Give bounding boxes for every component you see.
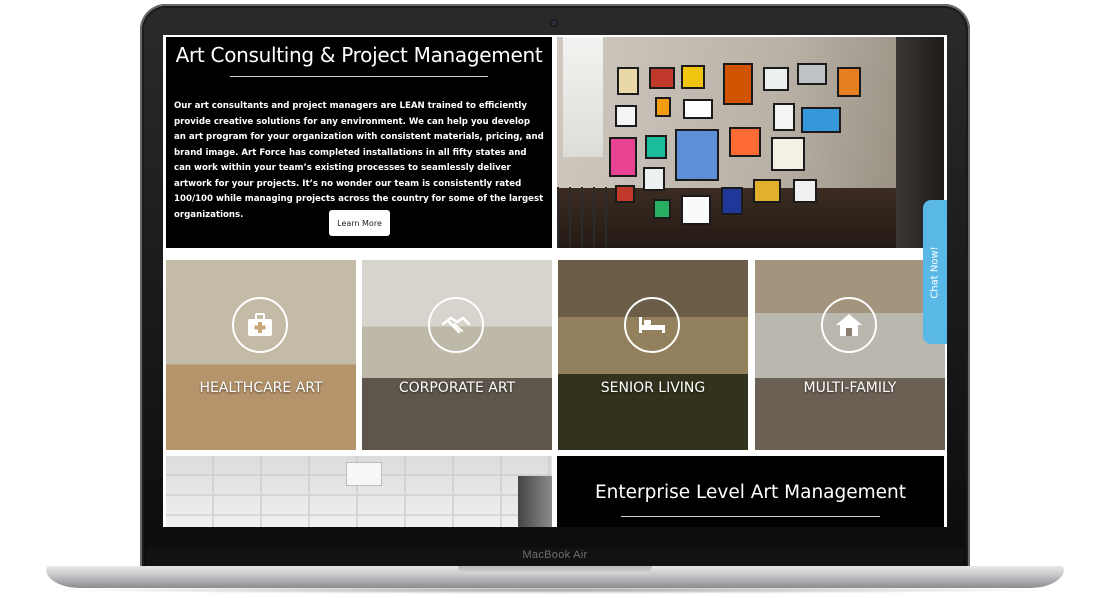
gallery-wall-photo — [557, 37, 944, 248]
house-icon — [821, 297, 877, 353]
title-divider — [230, 76, 488, 77]
bed-icon — [624, 297, 680, 353]
handshake-icon — [428, 297, 484, 353]
enterprise-title: Enterprise Level Art Management — [594, 482, 907, 503]
category-tile-multi-family[interactable]: MULTI-FAMILY — [755, 260, 945, 450]
laptop-notch — [458, 566, 652, 574]
screen: Art Consulting & Project Management Our … — [163, 35, 947, 527]
chat-now-tab[interactable]: Chat Now! — [923, 200, 947, 344]
category-label: MULTI-FAMILY — [803, 380, 897, 396]
category-tile-corporate[interactable]: CORPORATE ART — [362, 260, 552, 450]
category-label: HEALTHCARE ART — [199, 380, 323, 396]
consulting-panel: Art Consulting & Project Management Our … — [166, 37, 552, 248]
category-tile-healthcare[interactable]: HEALTHCARE ART — [166, 260, 356, 450]
enterprise-divider — [621, 516, 880, 517]
consulting-title: Art Consulting & Project Management — [175, 43, 543, 67]
camera — [551, 20, 557, 26]
category-label: SENIOR LIVING — [600, 380, 706, 396]
enterprise-panel: Enterprise Level Art Management — [557, 456, 944, 527]
laptop-brand-label: MacBook Air — [522, 549, 588, 561]
chat-now-label: Chat Now! — [929, 245, 941, 299]
category-label: CORPORATE ART — [398, 380, 516, 396]
office-ceiling-photo — [166, 456, 552, 527]
consulting-description: Our art consultants and project managers… — [174, 101, 544, 220]
category-tile-senior-living[interactable]: SENIOR LIVING — [558, 260, 748, 450]
briefcase-medical-icon — [232, 297, 288, 353]
learn-more-button[interactable]: Learn More — [329, 210, 390, 236]
